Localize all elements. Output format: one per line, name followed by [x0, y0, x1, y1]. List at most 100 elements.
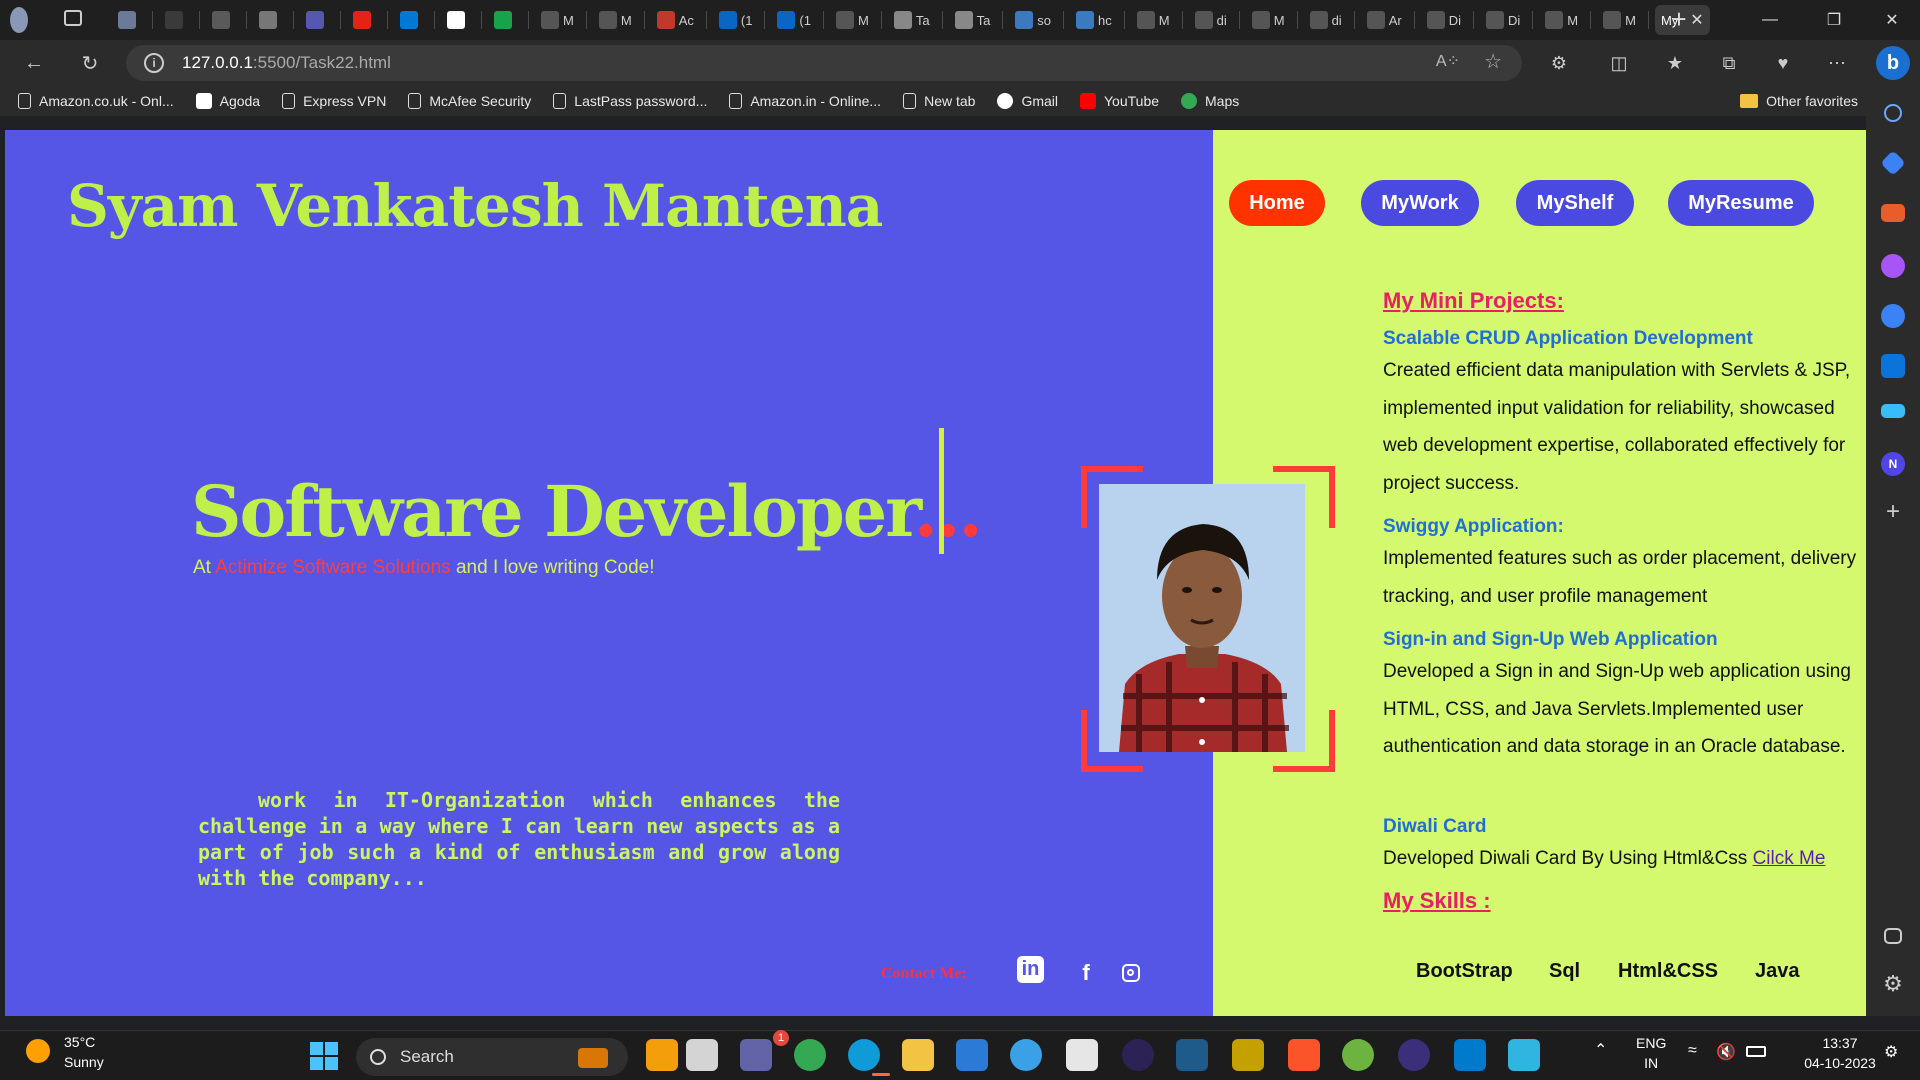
blueprint-app-icon[interactable]: [1176, 1039, 1208, 1071]
close-window-button[interactable]: ✕: [1862, 0, 1920, 40]
new-tab-button[interactable]: +: [1664, 4, 1694, 34]
read-aloud-icon[interactable]: A⁘: [1436, 51, 1460, 71]
bookmark-item[interactable]: LastPass password...: [553, 93, 707, 109]
browser-tab[interactable]: [206, 5, 240, 35]
search-icon[interactable]: [1884, 104, 1902, 122]
browser-tab[interactable]: so: [1009, 5, 1057, 35]
bookmark-item[interactable]: Agoda: [195, 93, 260, 109]
eclipse-app-icon[interactable]: [1122, 1039, 1154, 1071]
split-screen-icon[interactable]: ◫: [1604, 48, 1634, 78]
browser-tab[interactable]: M: [1597, 5, 1642, 35]
browser-tab[interactable]: [488, 5, 522, 35]
linkedin-icon[interactable]: in: [1017, 956, 1044, 983]
nav-myresume-button[interactable]: MyResume: [1668, 180, 1814, 226]
facebook-icon[interactable]: f: [1071, 958, 1101, 988]
hide-sidebar-icon[interactable]: [1884, 928, 1902, 944]
browser-tab[interactable]: M: [535, 5, 580, 35]
browser-tab[interactable]: Ar: [1361, 5, 1408, 35]
vscode-app-icon[interactable]: [1454, 1039, 1486, 1071]
restore-button[interactable]: ❐: [1804, 0, 1864, 40]
other-favorites[interactable]: Other favorites: [1740, 86, 1858, 116]
battery-icon[interactable]: [1746, 1046, 1766, 1057]
copilot-icon[interactable]: [1881, 304, 1905, 328]
teams-app-icon[interactable]: [740, 1039, 772, 1071]
browser-tab[interactable]: Ac: [651, 5, 700, 35]
browser-tab[interactable]: [112, 5, 146, 35]
browser-tab[interactable]: (1: [771, 5, 817, 35]
favorites-icon[interactable]: ★: [1660, 48, 1690, 78]
bing-copilot-icon[interactable]: b: [1876, 46, 1910, 80]
browser-tab[interactable]: [159, 5, 193, 35]
url-input[interactable]: i 127.0.0.1:5500/Task22.html A⁘ ☆: [126, 45, 1522, 81]
extensions-icon[interactable]: ⚙: [1544, 48, 1574, 78]
outlook-icon[interactable]: [1881, 354, 1905, 378]
nav-home-button[interactable]: Home: [1229, 180, 1325, 226]
eclipse2-app-icon[interactable]: [1398, 1039, 1430, 1071]
bookmark-item[interactable]: Amazon.co.uk - Onl...: [18, 93, 174, 109]
site-info-icon[interactable]: i: [144, 53, 164, 73]
settings-gear-icon[interactable]: ⚙: [1881, 972, 1905, 996]
file-explorer-icon[interactable]: [902, 1039, 934, 1071]
notes-app-icon[interactable]: [1232, 1039, 1264, 1071]
bookmark-item[interactable]: New tab: [903, 93, 975, 109]
browser-tab[interactable]: Di: [1480, 5, 1526, 35]
taskbar-search[interactable]: Search: [356, 1038, 628, 1076]
task-view-icon[interactable]: [686, 1039, 718, 1071]
browser-tab[interactable]: Ta: [888, 5, 936, 35]
weather-widget[interactable]: 35°C Sunny: [26, 1032, 104, 1072]
browser-tab[interactable]: M: [1131, 5, 1176, 35]
bookmark-item[interactable]: Maps: [1181, 93, 1239, 109]
browser-tab[interactable]: M: [830, 5, 875, 35]
profile-n-icon[interactable]: N: [1881, 452, 1905, 476]
browser-tab[interactable]: [394, 5, 428, 35]
browser-tab[interactable]: hc: [1070, 5, 1118, 35]
performance-icon[interactable]: ♥: [1768, 48, 1798, 78]
nav-mywork-button[interactable]: MyWork: [1361, 180, 1479, 226]
browser-tab[interactable]: [300, 5, 334, 35]
shopping-icon[interactable]: [1880, 150, 1906, 176]
chrome-app-icon[interactable]: [794, 1039, 826, 1071]
browser-tab[interactable]: M: [1246, 5, 1291, 35]
browser-tab[interactable]: di: [1189, 5, 1233, 35]
collections-icon[interactable]: ⧉: [1714, 48, 1744, 78]
browser-tab[interactable]: Di: [1421, 5, 1467, 35]
clock[interactable]: 13:37 04-10-2023: [1798, 1033, 1882, 1073]
bookmark-item[interactable]: Express VPN: [282, 93, 386, 109]
mylp-app-icon[interactable]: [956, 1039, 988, 1071]
wifi-icon[interactable]: ≈: [1688, 1042, 1697, 1060]
send-icon[interactable]: [1881, 404, 1905, 418]
photo-app-icon[interactable]: [1508, 1039, 1540, 1071]
edge-app-icon[interactable]: [848, 1039, 880, 1071]
notification-bell-icon[interactable]: ⚙: [1884, 1042, 1898, 1062]
copilot-pre-app-icon[interactable]: [646, 1039, 678, 1071]
browser-tab[interactable]: [347, 5, 381, 35]
start-button[interactable]: [310, 1042, 338, 1070]
volume-icon[interactable]: 🔇: [1716, 1042, 1736, 1062]
diwali-card-link[interactable]: Cilck Me: [1753, 848, 1826, 869]
store-app-icon[interactable]: [1066, 1039, 1098, 1071]
more-menu-icon[interactable]: ⋯: [1822, 48, 1852, 78]
browser-tab[interactable]: [441, 5, 475, 35]
browser-tab[interactable]: M: [1539, 5, 1584, 35]
favorite-star-icon[interactable]: ☆: [1484, 49, 1502, 74]
tools-icon[interactable]: [1881, 204, 1905, 222]
instagram-icon[interactable]: [1116, 958, 1146, 988]
add-sidebar-icon[interactable]: +: [1881, 500, 1905, 524]
bookmark-item[interactable]: Amazon.in - Online...: [729, 93, 881, 109]
brave-app-icon[interactable]: [1288, 1039, 1320, 1071]
language-indicator[interactable]: ENG IN: [1636, 1033, 1666, 1073]
browser-tab[interactable]: (1: [713, 5, 759, 35]
profile-avatar[interactable]: [10, 5, 28, 35]
spring-app-icon[interactable]: [1342, 1039, 1374, 1071]
browser-tab[interactable]: [253, 5, 287, 35]
browser-tab[interactable]: M: [593, 5, 638, 35]
browser-tab[interactable]: Ta: [949, 5, 997, 35]
browser-tab[interactable]: di: [1304, 5, 1348, 35]
minimize-button[interactable]: —: [1740, 0, 1800, 40]
games-icon[interactable]: [1881, 254, 1905, 278]
tab-actions-icon[interactable]: [64, 10, 82, 26]
nav-myshelf-button[interactable]: MyShelf: [1516, 180, 1634, 226]
refresh-button[interactable]: ↻: [70, 45, 110, 81]
back-button[interactable]: ←: [14, 45, 54, 81]
bookmark-item[interactable]: McAfee Security: [408, 93, 531, 109]
